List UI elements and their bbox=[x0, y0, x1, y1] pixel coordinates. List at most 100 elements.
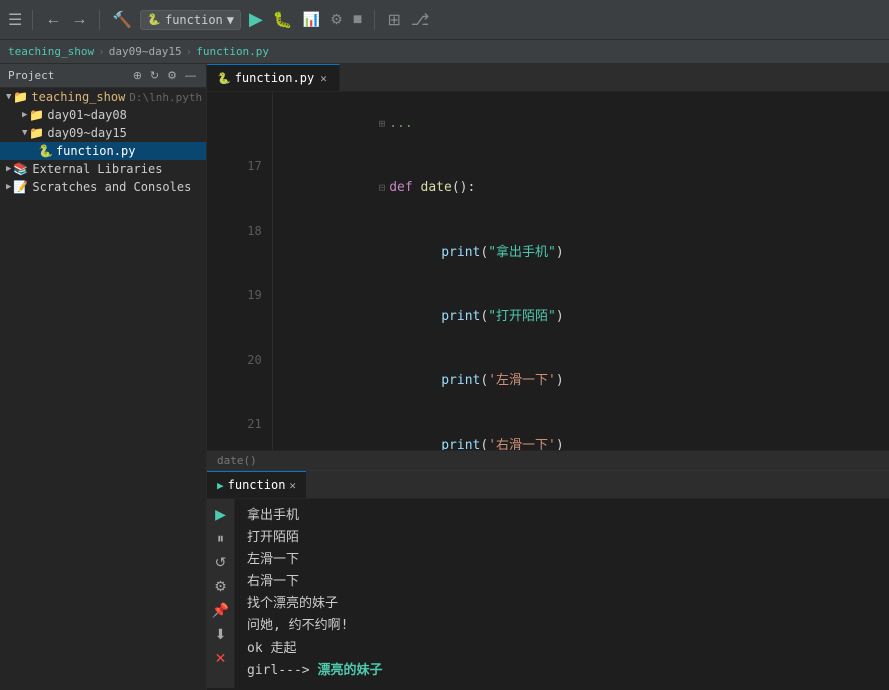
sidebar-title: Project bbox=[8, 69, 54, 82]
line-content-17: ⊟def date(): bbox=[273, 156, 889, 220]
run-output-line-3: 左滑一下 bbox=[247, 549, 877, 571]
sidebar-label-function-py: function.py bbox=[56, 144, 135, 158]
code-line-17: 17 ⊟def date(): bbox=[207, 156, 889, 220]
scratches-icon: 📝 bbox=[13, 180, 28, 194]
run-scroll-button[interactable]: ⬇ bbox=[210, 623, 232, 645]
run-again-button[interactable]: ▶ bbox=[210, 503, 232, 525]
run-config-label: function bbox=[165, 13, 223, 27]
run-config-dropdown[interactable]: 🐍 function ▼ bbox=[140, 10, 241, 30]
line-content-20: print('左滑一下') bbox=[273, 350, 889, 414]
coverage-button[interactable]: 📊 bbox=[301, 9, 322, 30]
sidebar-label-teaching_show: teaching_show bbox=[31, 90, 125, 104]
run-stop-button[interactable]: ⏸ bbox=[210, 527, 232, 549]
run-pin-button[interactable]: 📌 bbox=[210, 599, 232, 621]
line-num-19: 19 bbox=[207, 285, 273, 349]
run-toolbar: ▶ ⏸ ↺ ⚙ 📌 ⬇ ✕ 拿出手机 打开陌陌 左滑一下 右滑一下 找个漂亮的妹… bbox=[207, 499, 889, 688]
tab-bar: 🐍 function.py ✕ bbox=[207, 64, 889, 92]
line-content-21: print('右滑一下') bbox=[273, 414, 889, 450]
run-output-line-1: 拿出手机 bbox=[247, 505, 877, 527]
line-num-20: 20 bbox=[207, 350, 273, 414]
line-num-ellipsis bbox=[207, 92, 273, 156]
code-line-20: 20 print('左滑一下') bbox=[207, 350, 889, 414]
code-editor[interactable]: ⊞... 17 ⊟def date(): 18 print("拿出手机") bbox=[207, 92, 889, 450]
lib-icon: 📚 bbox=[13, 162, 28, 176]
run-side-toolbar: ▶ ⏸ ↺ ⚙ 📌 ⬇ ✕ bbox=[207, 499, 235, 688]
breadcrumb-part3[interactable]: function.py bbox=[196, 45, 269, 58]
sidebar-add-btn[interactable]: ⊕ bbox=[131, 68, 144, 83]
expand-icon-day09: ▼ bbox=[22, 128, 27, 138]
sidebar-header-actions: ⊕ ↻ ⚙ — bbox=[131, 68, 198, 83]
line-num-21: 21 bbox=[207, 414, 273, 450]
expand-icon-external-libs: ▶ bbox=[6, 164, 11, 174]
tab-label-function-py: function.py bbox=[235, 71, 314, 85]
code-line-18: 18 print("拿出手机") bbox=[207, 221, 889, 285]
folder-icon-day01: 📁 bbox=[29, 108, 44, 122]
main-layout: Project ⊕ ↻ ⚙ — ▼ 📁 teaching_show D:\lnh… bbox=[0, 64, 889, 690]
line-num-17: 17 bbox=[207, 156, 273, 220]
line-num-18: 18 bbox=[207, 221, 273, 285]
sidebar-item-teaching_show[interactable]: ▼ 📁 teaching_show D:\lnh.pyth bbox=[0, 88, 206, 106]
run-output-line-8: girl---> 漂亮的妹子 bbox=[247, 660, 877, 682]
tab-function-py[interactable]: 🐍 function.py ✕ bbox=[207, 64, 340, 91]
tab-icon-function-py: 🐍 bbox=[217, 72, 231, 85]
run-close-button[interactable]: ✕ bbox=[210, 647, 232, 669]
back-button[interactable]: ← bbox=[43, 9, 63, 31]
sidebar-item-external-libs[interactable]: ▶ 📚 External Libraries bbox=[0, 160, 206, 178]
line-content-18: print("拿出手机") bbox=[273, 221, 889, 285]
code-line-ellipsis: ⊞... bbox=[207, 92, 889, 156]
debug-button[interactable]: 🐛 bbox=[271, 8, 295, 32]
chevron-down-icon: ▼ bbox=[227, 13, 234, 27]
breadcrumb-part2[interactable]: day09~day15 bbox=[109, 45, 182, 58]
build-button[interactable]: 🔨 bbox=[110, 8, 134, 32]
code-line-21: 21 print('右滑一下') bbox=[207, 414, 889, 450]
run-tab-close[interactable]: ✕ bbox=[289, 479, 296, 492]
line-content-19: print("打开陌陌") bbox=[273, 285, 889, 349]
code-lines: ⊞... 17 ⊟def date(): 18 print("拿出手机") bbox=[207, 92, 889, 450]
run-tab-icon: ▶ bbox=[217, 479, 224, 492]
sidebar-item-function-py[interactable]: 🐍 function.py bbox=[0, 142, 206, 160]
sidebar-label-day01: day01~day08 bbox=[47, 108, 126, 122]
expand-icon-teaching_show: ▼ bbox=[6, 92, 11, 102]
expand-icon-scratches: ▶ bbox=[6, 182, 11, 192]
sidebar-sync-btn[interactable]: ↻ bbox=[148, 68, 161, 83]
fold-icon-ellipsis[interactable]: ⊞ bbox=[379, 115, 386, 133]
sidebar-item-scratches[interactable]: ▶ 📝 Scratches and Consoles bbox=[0, 178, 206, 196]
sep2 bbox=[99, 10, 100, 30]
run-output: 拿出手机 打开陌陌 左滑一下 右滑一下 找个漂亮的妹子 问她, 约不约啊! ok… bbox=[235, 499, 889, 688]
editor-status: date() bbox=[207, 450, 889, 470]
run-settings-button[interactable]: ⚙ bbox=[210, 575, 232, 597]
file-icon-function-py: 🐍 bbox=[38, 144, 53, 158]
breadcrumb-sep2: › bbox=[186, 45, 193, 58]
run-output-line-7: ok 走起 bbox=[247, 638, 877, 660]
menu-icon: ☰ bbox=[8, 10, 22, 29]
breadcrumb: teaching_show › day09~day15 › function.p… bbox=[0, 40, 889, 64]
run-output-girl-label: girl---> bbox=[247, 663, 317, 678]
sep3 bbox=[374, 10, 375, 30]
editor-status-text: date() bbox=[217, 454, 257, 467]
run-output-girl-value: 漂亮的妹子 bbox=[317, 663, 382, 678]
run-button[interactable]: ▶ bbox=[247, 7, 265, 32]
git-button[interactable]: ⎇ bbox=[409, 8, 431, 32]
folder-icon-teaching_show: 📁 bbox=[13, 90, 28, 104]
sidebar-label-scratches: Scratches and Consoles bbox=[32, 180, 191, 194]
run-output-line-6: 问她, 约不约啊! bbox=[247, 615, 877, 637]
run-restart-button[interactable]: ↺ bbox=[210, 551, 232, 573]
forward-button[interactable]: → bbox=[69, 9, 89, 31]
vcs-button[interactable]: ⊞ bbox=[385, 8, 402, 32]
sidebar-settings-btn[interactable]: ⚙ bbox=[165, 68, 179, 83]
stop-button[interactable]: ■ bbox=[351, 9, 365, 31]
sidebar-label-external-libs: External Libraries bbox=[32, 162, 162, 176]
expand-icon-day01: ▶ bbox=[22, 110, 27, 120]
tab-close-function-py[interactable]: ✕ bbox=[318, 71, 329, 86]
sidebar-item-day01[interactable]: ▶ 📁 day01~day08 bbox=[0, 106, 206, 124]
breadcrumb-part1[interactable]: teaching_show bbox=[8, 45, 94, 58]
sidebar-item-day09[interactable]: ▼ 📁 day09~day15 bbox=[0, 124, 206, 142]
run-output-line-5: 找个漂亮的妹子 bbox=[247, 593, 877, 615]
run-tab-function[interactable]: ▶ function ✕ bbox=[207, 471, 306, 498]
sidebar-collapse-btn[interactable]: — bbox=[183, 68, 198, 83]
fold-icon-17[interactable]: ⊟ bbox=[379, 179, 386, 197]
sidebar-label-day09: day09~day15 bbox=[47, 126, 126, 140]
run-output-line-4: 右滑一下 bbox=[247, 571, 877, 593]
folder-icon-day09: 📁 bbox=[29, 126, 44, 140]
profile-button[interactable]: ⚙ bbox=[328, 9, 345, 30]
